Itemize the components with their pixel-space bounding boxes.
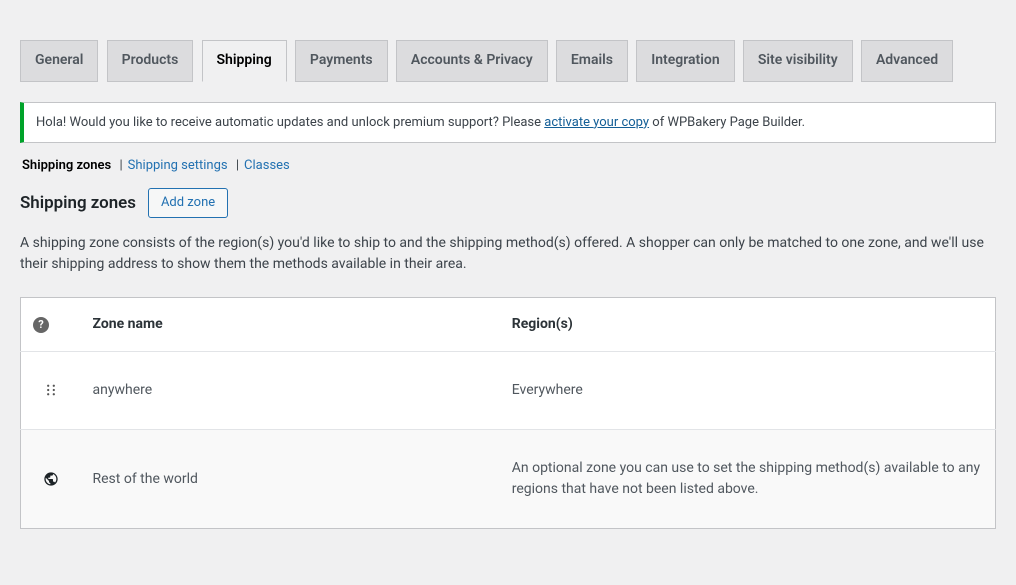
tab-emails[interactable]: Emails: [556, 40, 628, 82]
zone-region-cell: Everywhere: [500, 351, 996, 429]
tab-products[interactable]: Products: [107, 40, 194, 82]
tab-site-visibility[interactable]: Site visibility: [743, 40, 853, 82]
separator: |: [116, 158, 125, 173]
tab-general[interactable]: General: [20, 40, 98, 82]
activate-copy-link[interactable]: activate your copy: [544, 115, 649, 130]
page-title: Shipping zones: [20, 193, 136, 213]
zone-region-cell: An optional zone you can use to set the …: [500, 429, 996, 528]
tab-advanced[interactable]: Advanced: [861, 40, 953, 82]
activation-notice: Hola! Would you like to receive automati…: [20, 102, 996, 143]
tab-payments[interactable]: Payments: [295, 40, 388, 82]
globe-icon: [33, 471, 69, 487]
separator: |: [233, 158, 242, 173]
section-description: A shipping zone consists of the region(s…: [20, 233, 996, 275]
notice-text-prefix: Hola! Would you like to receive automati…: [36, 115, 544, 130]
table-header-zone-name: Zone name: [81, 297, 500, 351]
shipping-zones-table: ? Zone name Region(s) anywhere Everywher…: [20, 297, 996, 529]
tab-accounts-privacy[interactable]: Accounts & Privacy: [396, 40, 548, 82]
zone-name-cell[interactable]: anywhere: [81, 351, 500, 429]
section-header: Shipping zones Add zone: [20, 188, 996, 218]
table-header-sort: ?: [21, 297, 81, 351]
help-icon[interactable]: ?: [33, 317, 49, 333]
notice-text-suffix: of WPBakery Page Builder.: [649, 115, 805, 130]
table-row[interactable]: anywhere Everywhere: [21, 351, 996, 429]
table-row-rest-of-world[interactable]: Rest of the world An optional zone you c…: [21, 429, 996, 528]
tab-shipping[interactable]: Shipping: [202, 40, 287, 82]
zone-name-cell[interactable]: Rest of the world: [81, 429, 500, 528]
table-header-regions: Region(s): [500, 297, 996, 351]
shipping-subnav: Shipping zones |Shipping settings |Class…: [20, 158, 996, 173]
tab-integration[interactable]: Integration: [636, 40, 734, 82]
subnav-shipping-zones[interactable]: Shipping zones: [20, 158, 113, 173]
add-zone-button[interactable]: Add zone: [148, 188, 228, 218]
settings-tabs: General Products Shipping Payments Accou…: [20, 10, 996, 82]
drag-handle-icon[interactable]: [33, 383, 69, 397]
subnav-classes[interactable]: Classes: [242, 158, 292, 173]
subnav-shipping-settings[interactable]: Shipping settings: [126, 158, 230, 173]
